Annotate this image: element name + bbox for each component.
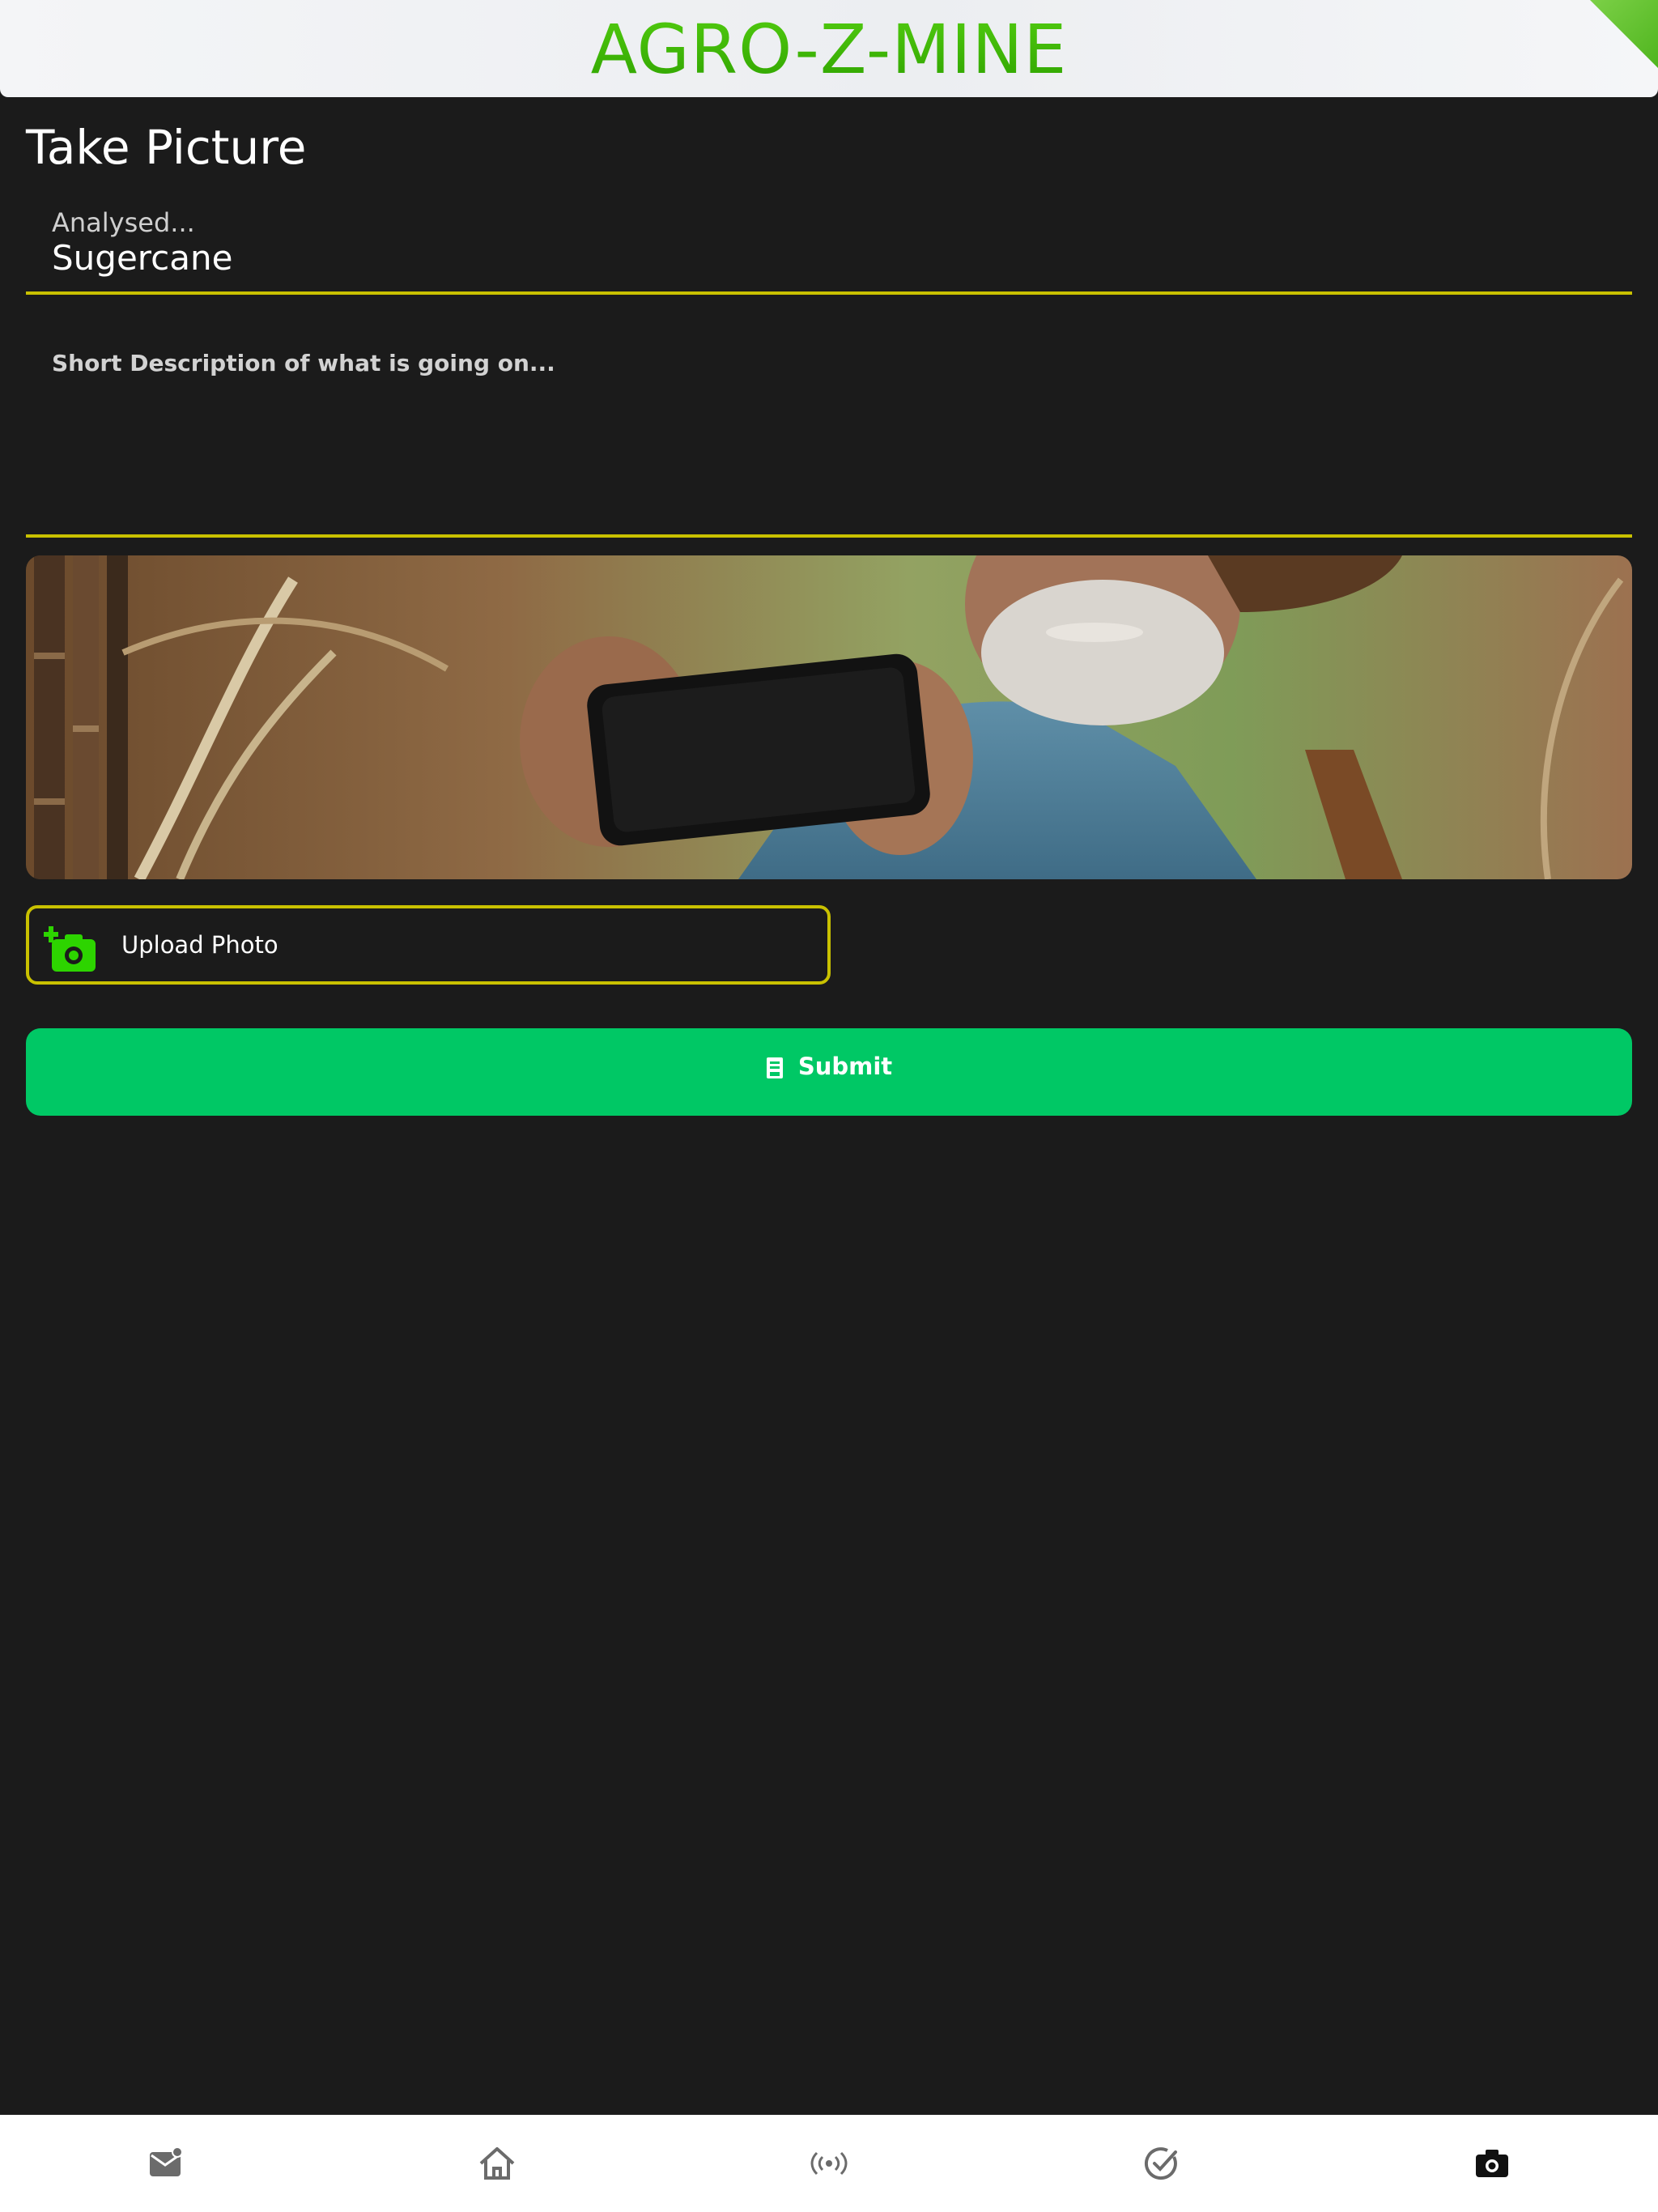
page-title: Take Picture — [26, 120, 307, 175]
receipt-icon — [766, 1057, 783, 1078]
bottom-navigation — [0, 2115, 1658, 2212]
crop-field-label: Analysed... — [52, 207, 195, 238]
nav-item-tasks[interactable] — [995, 2115, 1327, 2212]
camera-icon — [1476, 2150, 1509, 2177]
crop-field[interactable]: Analysed... Sugercane — [26, 202, 1632, 295]
crop-field-value[interactable]: Sugercane — [52, 238, 232, 278]
broadcast-icon — [810, 2151, 848, 2176]
description-placeholder: Short Description of what is going on... — [52, 350, 555, 376]
nav-item-home[interactable] — [332, 2115, 664, 2212]
nav-item-broadcast[interactable] — [663, 2115, 995, 2212]
description-field[interactable]: Short Description of what is going on... — [26, 332, 1632, 538]
add-camera-icon — [44, 926, 96, 972]
submit-button[interactable]: Submit — [26, 1028, 1632, 1116]
app-header: AGRO-Z-MINE — [0, 0, 1658, 97]
submit-label: Submit — [797, 1053, 893, 1080]
nav-item-messages[interactable] — [0, 2115, 332, 2212]
upload-photo-button[interactable]: Upload Photo — [26, 905, 831, 985]
farmer-photo-illustration — [26, 555, 1632, 879]
check-circle-icon — [1144, 2147, 1177, 2180]
app-title: AGRO-Z-MINE — [0, 10, 1658, 89]
nav-item-camera[interactable] — [1326, 2115, 1658, 2212]
home-icon — [480, 2147, 515, 2180]
farmer-photo — [26, 555, 1632, 879]
mail-badge-icon — [149, 2147, 183, 2176]
upload-photo-label: Upload Photo — [121, 931, 278, 959]
